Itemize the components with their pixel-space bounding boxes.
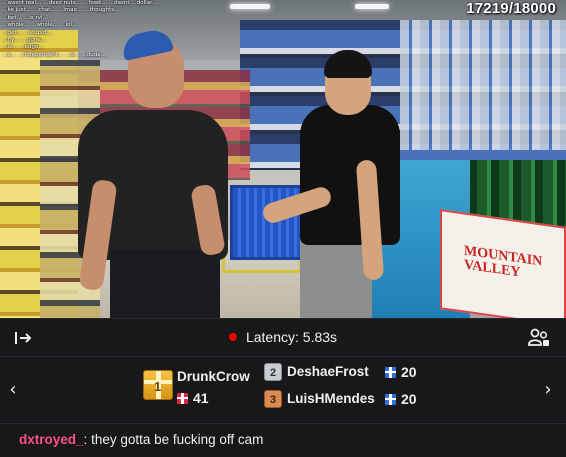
ceiling-light [230, 4, 270, 9]
leader-name: LuisHMendes [287, 391, 375, 406]
person-right-shirt [300, 105, 400, 245]
gift-leaderboard: ‹ 1 DrunkCrow 41 2 DeshaeFrost 20 3 Luis… [0, 356, 566, 424]
live-dot-icon [228, 333, 237, 341]
gift-icon [385, 394, 396, 405]
chat-username[interactable]: dxtroyed_ [19, 432, 84, 447]
overlay-chat-line: …is… …edge… [2, 44, 44, 51]
ceiling-light [355, 4, 389, 9]
overlay-chat-line: …get… …stupid… [2, 29, 52, 36]
overlay-chat-line: …fly… …gone… [2, 37, 47, 44]
overlay-chat-line: …bet… …is rvl… [2, 14, 48, 21]
leader-name: DrunkCrow [177, 369, 250, 384]
rank-number: 1 [154, 379, 162, 394]
gift-count-value: 20 [401, 364, 417, 380]
gift-count-value: 20 [401, 391, 417, 407]
overlay-chat-line: …ke just… …chat… …Imao… …thoughts… [2, 7, 120, 14]
viewer-goal-count: 17219/18000 [466, 0, 556, 17]
chevron-right-icon[interactable]: › [540, 381, 556, 399]
overlay-chat-line: …s… …independent… …a… …dude… [2, 51, 107, 58]
chat-separator: : [83, 432, 88, 447]
gift-count-value: 41 [193, 390, 209, 406]
gift-icon: 1 [143, 370, 173, 400]
rank-badge: 2 [264, 363, 282, 381]
latency-value: 5.83s [302, 329, 338, 345]
gift-icon [177, 393, 188, 404]
rank-badge: 3 [264, 390, 282, 408]
mountain-valley-sign: MOUNTAIN VALLEY [464, 243, 543, 281]
gift-count: 20 [385, 364, 417, 380]
overlay-chat-line: …whole… …whole… …lol… [2, 22, 78, 29]
gift-count: 20 [385, 391, 417, 407]
chat-message: dxtroyed_: they gotta be fucking off cam [0, 424, 566, 457]
shelf-water-bottles [400, 20, 566, 150]
leaderboard-entry-second[interactable]: 2 DeshaeFrost 20 [264, 363, 424, 385]
overlay-chat-line: …wasnt real… …deez nuts… …fowk… …dasnt …… [2, 0, 158, 6]
mountain-valley-box: MOUNTAIN VALLEY [440, 209, 566, 318]
leaderboard-entry-first[interactable]: 1 DrunkCrow 41 [143, 368, 253, 416]
player-control-bar: Latency: 5.83s [0, 318, 566, 356]
latency-indicator: Latency: 5.83s [0, 329, 566, 345]
latency-label: Latency: [245, 329, 299, 345]
person-left-pants [110, 250, 220, 318]
gift-count: 41 [177, 390, 209, 406]
leader-name: DeshaeFrost [287, 364, 369, 379]
chevron-left-icon[interactable]: ‹ [5, 381, 21, 399]
community-icon[interactable] [528, 327, 550, 349]
stream-chat-overlay: …wasnt real… …deez nuts… …fowk… …dasnt …… [2, 0, 192, 59]
chat-message-text: they gotta be fucking off cam [91, 432, 264, 447]
video-player[interactable]: MOUNTAIN VALLEY …wasnt real… …deez nuts…… [0, 0, 566, 318]
gift-icon [385, 367, 396, 378]
leaderboard-entry-third[interactable]: 3 LuisHMendes 20 [264, 390, 424, 412]
